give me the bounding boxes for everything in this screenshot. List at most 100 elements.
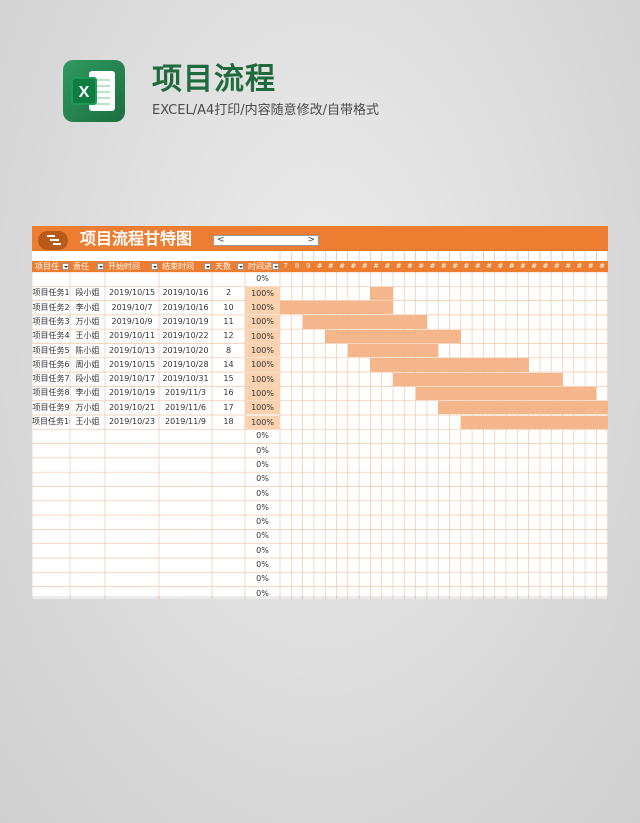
weekday-label: 日: [587, 251, 595, 259]
weekday-label: 六: [496, 251, 504, 259]
weekday-label: 日: [349, 251, 357, 259]
progress-cell: 0%: [256, 502, 269, 512]
task-end-cell: 2019/10/22: [162, 331, 209, 341]
page-header: X 项目流程 EXCEL/A4打印/内容随意修改/自带格式: [0, 0, 640, 140]
column-header-3: 开始时间: [105, 261, 159, 272]
task-start-cell: 2019/10/13: [108, 345, 156, 355]
excel-badge: X: [71, 77, 97, 105]
task-end-cell: 2019/10/31: [162, 374, 209, 384]
progress-cell: 0%: [256, 474, 269, 484]
scroll-right-arrow-icon[interactable]: >: [307, 234, 315, 247]
filter-dropdown-icon[interactable]: [272, 263, 279, 270]
task-name-cell: 项目任务4: [32, 331, 70, 341]
weekday-label: 四: [553, 251, 561, 259]
progress-cell: 0%: [256, 531, 269, 541]
task-days-cell: 8: [225, 345, 232, 355]
task-owner-cell: 万小姐: [75, 402, 100, 412]
gantt-bar: [460, 415, 608, 429]
day-label: #: [440, 262, 447, 270]
task-end-cell: 2019/11/9: [164, 417, 207, 426]
task-end-cell: 2019/10/19: [162, 316, 209, 326]
day-label: #: [553, 262, 560, 270]
task-start-cell: 2019/10/11: [108, 331, 156, 341]
gantt-icon: [38, 231, 68, 250]
gantt-bar: [347, 344, 439, 358]
day-label: #: [463, 262, 470, 270]
progress-cell: 0%: [256, 574, 269, 584]
filter-dropdown-icon[interactable]: [151, 263, 158, 270]
task-start-cell: 2019/10/23: [108, 417, 156, 426]
weekday-label: 四: [474, 251, 482, 259]
task-days-cell: 17: [223, 402, 234, 412]
date-scrollbar[interactable]: < >: [213, 235, 319, 246]
task-name-cell: 项目任务3: [32, 316, 70, 326]
progress-cell: 0%: [256, 459, 269, 469]
task-days-cell: 14: [223, 359, 234, 369]
progress-cell: 0%: [256, 488, 269, 498]
page-subtitle: EXCEL/A4打印/内容随意修改/自带格式: [152, 103, 380, 118]
task-name-cell: 项目任务7: [32, 374, 70, 384]
column-header-4: 结束时间: [159, 261, 212, 272]
task-name-cell: 项目任务6: [32, 359, 70, 369]
progress-cell: 100%: [245, 358, 280, 372]
weekday-label: 二: [293, 251, 301, 259]
column-header-1: 项目任: [32, 261, 70, 272]
task-end-cell: 2019/10/16: [162, 302, 209, 312]
weekday-label: 一: [282, 251, 290, 259]
progress-cell: 0%: [256, 517, 269, 527]
weekday-label: 二: [451, 251, 459, 259]
day-label: #: [599, 262, 605, 270]
weekday-label: 五: [485, 251, 493, 259]
filter-dropdown-icon[interactable]: [237, 263, 244, 270]
weekday-label: 日: [429, 251, 437, 259]
column-header-6: 时间进: [245, 261, 280, 272]
weekday-label: 五: [564, 251, 572, 259]
day-label: #: [587, 262, 594, 270]
progress-cell: 100%: [245, 401, 280, 415]
weekday-label: 二: [372, 251, 380, 259]
day-label: #: [339, 262, 346, 270]
day-label: #: [542, 262, 549, 270]
task-name-cell: 项目任务5: [32, 345, 70, 355]
task-start-cell: 2019/10/15: [108, 359, 156, 369]
day-label: 8: [294, 262, 300, 270]
task-name-cell: 项目任务2: [32, 302, 70, 312]
day-label: #: [452, 262, 459, 270]
task-end-cell: 2019/10/20: [162, 345, 209, 355]
filter-dropdown-icon[interactable]: [204, 263, 211, 270]
task-owner-cell: 王小姐: [75, 331, 100, 341]
task-name-cell: 项目任务8: [32, 388, 70, 398]
progress-cell: 100%: [245, 372, 280, 386]
day-label: #: [361, 262, 368, 270]
task-days-cell: 16: [223, 388, 234, 398]
task-owner-cell: 李小姐: [75, 388, 100, 398]
weekday-label: 二: [530, 251, 538, 259]
gantt-bar: [438, 401, 608, 415]
weekday-label: 六: [338, 251, 346, 259]
progress-cell: 100%: [245, 301, 280, 315]
gantt-bar: [280, 301, 393, 315]
day-label: #: [497, 262, 504, 270]
filter-dropdown-icon[interactable]: [97, 263, 104, 270]
day-label: #: [384, 262, 391, 270]
day-label: #: [395, 262, 402, 270]
task-days-cell: 11: [223, 316, 234, 326]
task-days-cell: 2: [225, 288, 232, 298]
weekday-label: 日: [508, 251, 516, 259]
task-owner-cell: 李小姐: [75, 302, 100, 312]
sheet-title-bar: 项目流程甘特图 < >: [32, 226, 608, 251]
page-title: 项目流程: [152, 62, 276, 97]
filter-dropdown-icon[interactable]: [62, 263, 69, 270]
weekday-label: 一: [440, 251, 448, 259]
progress-cell: 100%: [245, 344, 280, 358]
day-label: #: [350, 262, 357, 270]
gantt-bar: [370, 358, 529, 372]
progress-cell: 100%: [245, 315, 280, 329]
task-name-cell: 项目任务10: [32, 417, 70, 426]
task-owner-cell: 段小姐: [75, 374, 100, 384]
column-header-2: 责任: [70, 261, 105, 272]
task-start-cell: 2019/10/7: [111, 302, 153, 312]
task-end-cell: 2019/11/6: [164, 402, 207, 412]
scroll-left-arrow-icon[interactable]: <: [217, 234, 225, 247]
weekday-label: 六: [575, 251, 583, 259]
